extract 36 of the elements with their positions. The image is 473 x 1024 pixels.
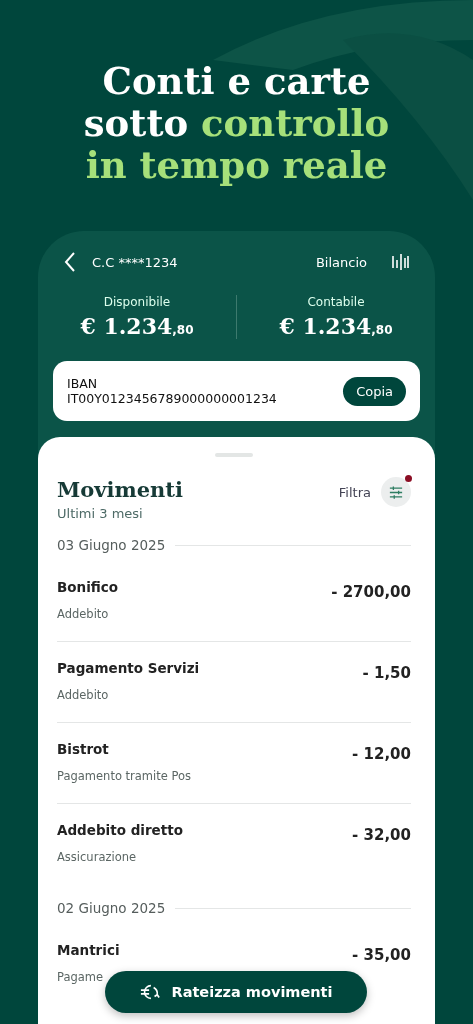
transaction-title: Addebito diretto — [57, 822, 183, 838]
balance-label: Disponibile — [103, 295, 171, 309]
transaction-amount: - 12,00 — [352, 745, 411, 765]
transaction-detail: Addebito — [57, 688, 110, 702]
copy-button[interactable]: Copia — [343, 376, 406, 406]
transaction-amount: - 32,00 — [352, 826, 411, 846]
installment-button[interactable]: Rateizza movimenti — [105, 971, 367, 1013]
sliders-icon — [389, 485, 403, 499]
iban-value: IT00Y0123456789000000001234 — [67, 391, 278, 406]
transaction-detail: Pagame — [57, 970, 105, 984]
euro-exchange-icon — [139, 982, 162, 1002]
transaction-title: Bistrot — [57, 741, 110, 757]
transaction-title: Bonifico — [57, 579, 119, 595]
section-title: Movimenti — [57, 477, 184, 502]
account-number: C.C ****1234 — [92, 254, 178, 270]
transaction-detail: Pagamento tramite Pos — [57, 769, 192, 783]
date-header: 02 Giugno 2025 — [57, 900, 166, 916]
transaction-amount: - 1,50 — [362, 664, 411, 684]
chart-icon[interactable] — [391, 253, 409, 271]
section-subtitle: Ultimi 3 mesi — [57, 506, 144, 521]
headline: Conti e carte sotto controllo in tempo reale — [83, 60, 390, 186]
balance-link[interactable]: Bilancio — [315, 254, 367, 270]
filter-button[interactable] — [381, 477, 411, 507]
transaction-amount: - 35,00 — [352, 946, 411, 966]
iban-label: IBAN — [67, 376, 99, 391]
transaction-title: Mantrici — [57, 942, 120, 958]
transaction-detail: Assicurazione — [57, 850, 138, 864]
filter-label: Filtra — [338, 485, 371, 500]
balance-label: Contabile — [307, 295, 365, 309]
back-icon[interactable] — [64, 251, 76, 273]
balance-amount: € 1.234,80 — [279, 313, 393, 339]
transaction-amount: - 2700,00 — [331, 583, 411, 603]
transaction-detail: Addebito — [57, 607, 110, 621]
date-header: 03 Giugno 2025 — [57, 537, 166, 553]
balance-amount: € 1.234,80 — [80, 313, 194, 339]
transaction-title: Pagamento Servizi — [57, 660, 200, 676]
